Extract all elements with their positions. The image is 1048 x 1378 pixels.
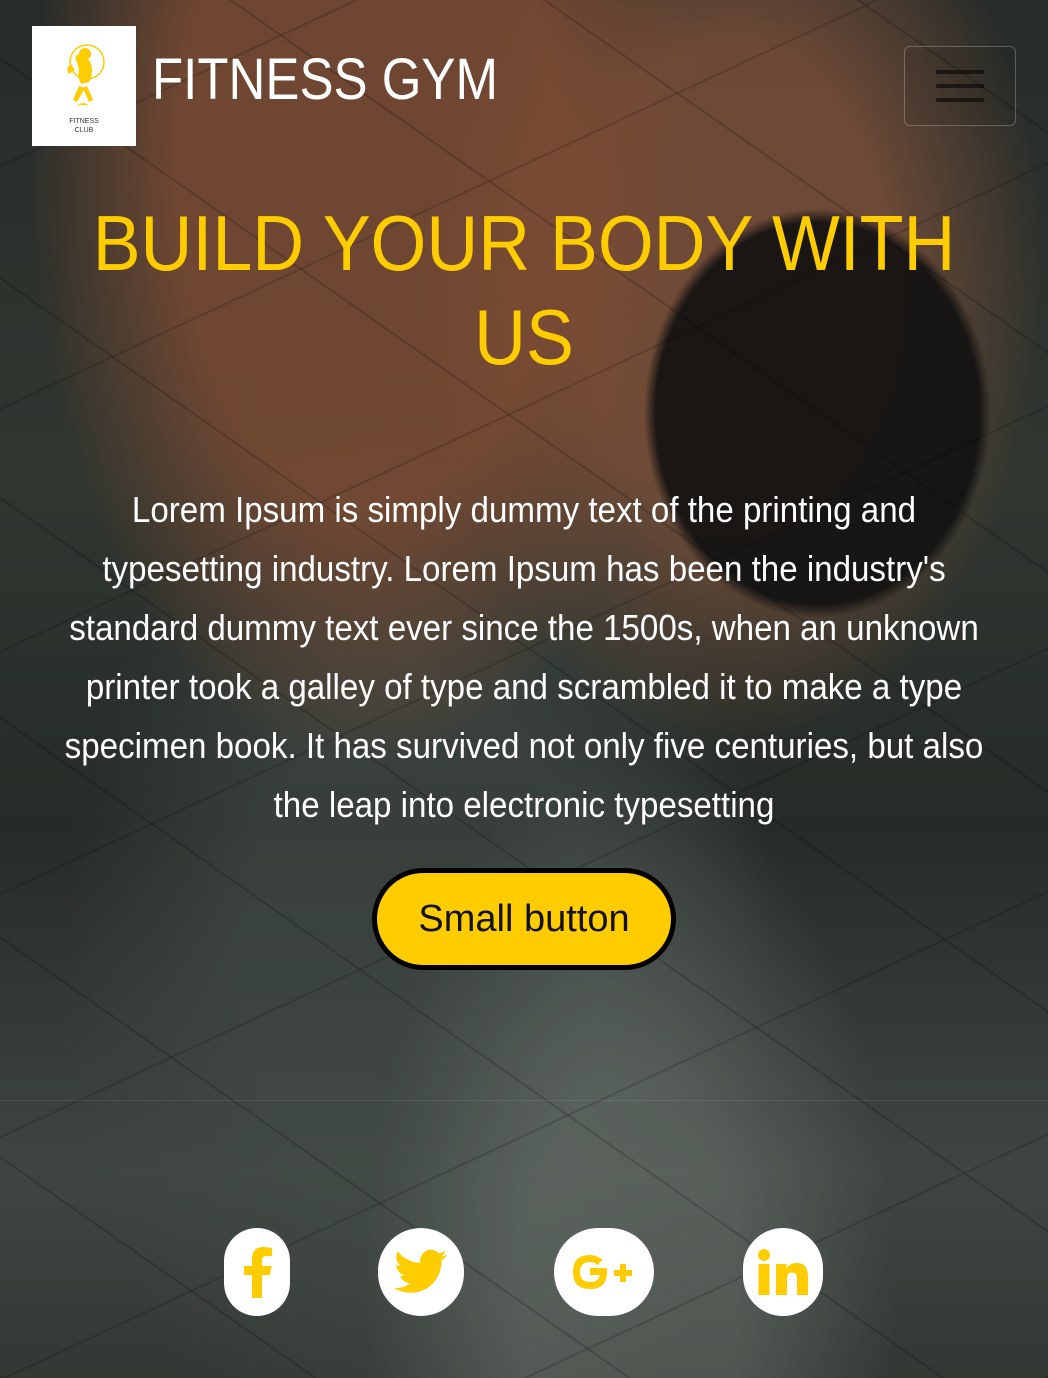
logo-caption-line2: CLUB — [74, 127, 94, 134]
hamburger-menu-icon-bar — [936, 70, 984, 74]
google-plus-link[interactable] — [554, 1228, 654, 1316]
linkedin-link[interactable] — [743, 1228, 823, 1316]
logo-caption: FITNESS CLUB — [69, 117, 99, 135]
page: FITNESS CLUB FITNESS GYM BUILD YOUR BODY… — [0, 0, 1048, 1378]
menu-toggle-button[interactable] — [904, 46, 1016, 126]
small-button[interactable]: Small button — [372, 868, 676, 970]
linkedin-icon — [758, 1249, 808, 1295]
twitter-icon — [394, 1249, 448, 1293]
small-button-label: Small button — [377, 873, 671, 965]
divider — [0, 1100, 1048, 1101]
logo[interactable]: FITNESS CLUB — [32, 26, 136, 146]
hamburger-menu-icon-bar — [936, 84, 984, 88]
facebook-link[interactable] — [224, 1228, 290, 1316]
fitness-logo-icon — [67, 44, 105, 106]
google-plus-icon — [573, 1255, 632, 1289]
brand-title[interactable]: FITNESS GYM — [152, 46, 498, 113]
hamburger-menu-icon-bar — [936, 98, 984, 102]
hero-title: BUILD YOUR BODY WITH US — [92, 199, 956, 381]
twitter-link[interactable] — [378, 1228, 464, 1316]
hero-description: Lorem Ipsum is simply dummy text of the … — [64, 489, 984, 825]
facebook-icon — [244, 1247, 272, 1298]
header: FITNESS CLUB FITNESS GYM — [32, 26, 1016, 146]
logo-caption-line1: FITNESS — [69, 118, 99, 125]
